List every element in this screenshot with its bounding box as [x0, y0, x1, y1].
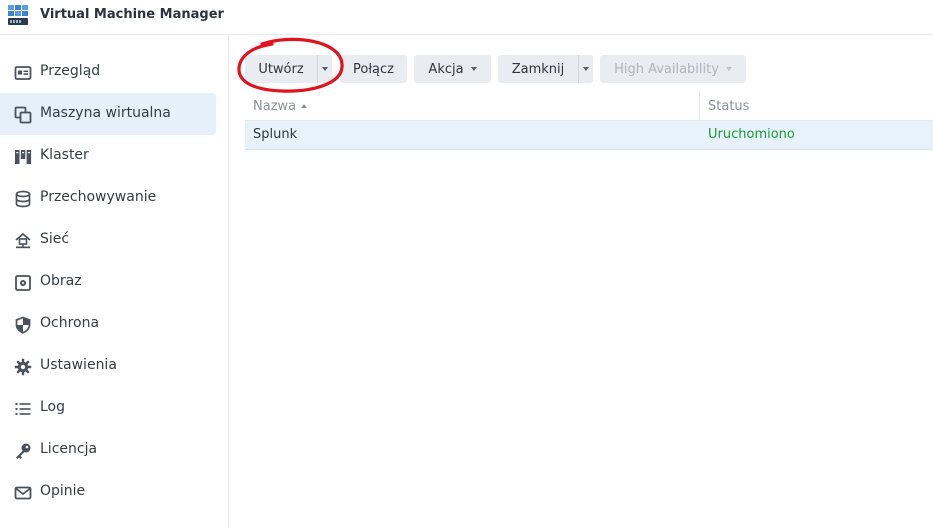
vm-table-header: Nazwa Status — [245, 91, 933, 121]
storage-icon — [13, 189, 32, 208]
sidebar-item-przeglad[interactable]: Przegląd — [0, 51, 216, 93]
image-icon — [13, 273, 32, 292]
high-availability-dropdown-button[interactable]: High Availability — [600, 55, 746, 83]
sidebar-item-log[interactable]: Log — [0, 387, 216, 429]
gear-icon — [13, 357, 32, 376]
virtual-machine-icon — [13, 105, 32, 124]
sidebar-item-obraz[interactable]: Obraz — [0, 261, 216, 303]
vm-name-cell: Splunk — [253, 127, 298, 142]
network-icon — [13, 231, 32, 250]
sidebar-item-label: Log — [40, 399, 66, 415]
high-availability-label: High Availability — [614, 61, 719, 77]
sidebar-item-label: Ustawienia — [40, 357, 117, 373]
create-button-label: Utwórz — [258, 61, 304, 77]
action-dropdown-button[interactable]: Akcja — [414, 55, 491, 83]
sidebar-item-ustawienia[interactable]: Ustawienia — [0, 345, 216, 387]
sidebar-item-przechowywanie[interactable]: Przechowywanie — [0, 177, 216, 219]
shutdown-button[interactable]: Zamknij — [498, 55, 578, 83]
vmm-logo-icon — [8, 5, 28, 25]
log-list-icon — [13, 399, 32, 418]
sort-ascending-icon — [301, 104, 308, 108]
sidebar-item-label: Sieć — [40, 231, 70, 247]
chevron-down-icon — [322, 67, 328, 71]
chevron-down-icon — [470, 67, 477, 71]
mail-icon — [13, 483, 32, 502]
app-title: Virtual Machine Manager — [40, 7, 224, 22]
vm-status-cell: Uruchomiono — [708, 127, 795, 142]
column-header-label: Nazwa — [253, 99, 297, 114]
sidebar-item-label: Klaster — [40, 147, 89, 163]
sidebar-item-label: Ochrona — [40, 315, 100, 331]
column-divider[interactable] — [699, 91, 700, 121]
shield-icon — [13, 315, 32, 334]
sidebar: Przegląd Maszyna wirtualna Klaster Przec… — [0, 36, 229, 528]
column-header-name[interactable]: Nazwa — [253, 99, 308, 114]
shutdown-button-label: Zamknij — [511, 61, 565, 77]
sidebar-item-siec[interactable]: Sieć — [0, 219, 216, 261]
table-row[interactable]: Splunk Uruchomiono — [245, 121, 933, 150]
chevron-down-icon — [583, 67, 589, 71]
sidebar-item-licencja[interactable]: Licencja — [0, 429, 216, 471]
sidebar-item-klaster[interactable]: Klaster — [0, 135, 216, 177]
sidebar-item-opinie[interactable]: Opinie — [0, 471, 216, 513]
create-button[interactable]: Utwórz — [245, 55, 317, 83]
action-button-label: Akcja — [428, 61, 464, 77]
overview-icon — [13, 63, 32, 82]
sidebar-item-label: Maszyna wirtualna — [40, 105, 171, 121]
sidebar-item-label: Obraz — [40, 273, 82, 289]
chevron-down-icon — [725, 67, 732, 71]
title-bar: Virtual Machine Manager — [0, 0, 933, 35]
shutdown-dropdown-button[interactable] — [578, 55, 593, 83]
vmm-window: Virtual Machine Manager Przegląd Maszyna… — [0, 0, 933, 528]
sidebar-item-label: Przegląd — [40, 63, 101, 79]
key-icon — [13, 441, 32, 460]
sidebar-item-label: Przechowywanie — [40, 189, 157, 205]
connect-button[interactable]: Połącz — [340, 55, 407, 83]
sidebar-item-maszyna-wirtualna[interactable]: Maszyna wirtualna — [0, 93, 216, 135]
column-header-status[interactable]: Status — [708, 99, 749, 114]
create-dropdown-button[interactable] — [317, 55, 332, 83]
sidebar-item-ochrona[interactable]: Ochrona — [0, 303, 216, 345]
sidebar-item-label: Licencja — [40, 441, 98, 457]
sidebar-item-label: Opinie — [40, 483, 86, 499]
cluster-icon — [13, 147, 32, 166]
connect-button-label: Połącz — [353, 61, 394, 77]
